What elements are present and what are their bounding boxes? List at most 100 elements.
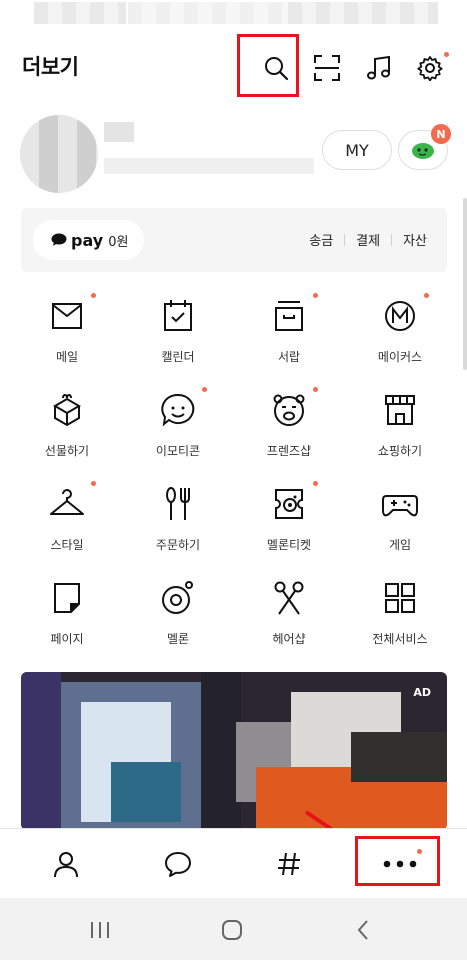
service-game[interactable]: 게임 bbox=[354, 472, 454, 564]
shopping-icon bbox=[385, 395, 415, 425]
status-bar bbox=[0, 0, 467, 34]
gear-icon bbox=[417, 56, 443, 81]
service-melon[interactable]: 멜론 bbox=[132, 566, 232, 658]
banner-block bbox=[21, 672, 61, 830]
scan-button[interactable] bbox=[307, 48, 347, 88]
page-title: 더보기 bbox=[22, 55, 79, 79]
banner-block bbox=[201, 672, 241, 830]
new-dot bbox=[313, 293, 318, 298]
new-dot bbox=[313, 387, 318, 392]
fork-knife-icon bbox=[166, 487, 190, 520]
service-all[interactable]: 전체서비스 bbox=[354, 566, 454, 658]
service-label: 게임 bbox=[388, 538, 412, 552]
service-drawer[interactable]: 서랍 bbox=[243, 284, 343, 376]
service-melon-ticket[interactable]: 멜론티켓 bbox=[243, 472, 343, 564]
melon-icon bbox=[162, 581, 193, 614]
recent-apps-icon bbox=[91, 922, 109, 938]
pay-amount: 0원 bbox=[108, 234, 129, 250]
friends-shop-icon bbox=[273, 394, 305, 426]
recent-apps-button[interactable] bbox=[80, 910, 120, 950]
green-emoticon-icon bbox=[412, 143, 434, 159]
new-dot bbox=[91, 481, 96, 486]
pay-link-assets[interactable]: 자산 bbox=[403, 230, 427, 249]
hanger-icon bbox=[50, 489, 84, 515]
music-button[interactable] bbox=[359, 48, 399, 88]
chat-bubble-icon bbox=[165, 852, 191, 877]
gift-icon bbox=[53, 394, 81, 427]
header: 더보기 bbox=[0, 34, 467, 100]
status-left-blur bbox=[34, 2, 126, 24]
new-dot bbox=[424, 293, 429, 298]
banner-block bbox=[351, 732, 447, 782]
status-right-blur bbox=[288, 2, 438, 24]
service-label: 이모티콘 bbox=[155, 444, 201, 458]
profile-status bbox=[104, 158, 314, 174]
tab-friends[interactable] bbox=[36, 835, 96, 893]
service-gift[interactable]: 선물하기 bbox=[21, 378, 121, 470]
new-dot bbox=[313, 481, 318, 486]
tab-more[interactable] bbox=[370, 835, 430, 893]
back-chevron-icon bbox=[357, 920, 368, 940]
melon-ticket-icon bbox=[275, 489, 303, 519]
more-new-dot bbox=[417, 849, 422, 854]
android-nav-bar bbox=[0, 898, 467, 960]
scissors-icon bbox=[274, 581, 304, 615]
gamepad-icon bbox=[382, 495, 418, 517]
service-label: 페이지 bbox=[50, 632, 84, 646]
music-note-icon bbox=[367, 55, 390, 80]
service-friends-shop[interactable]: 프렌즈샵 bbox=[243, 378, 343, 470]
new-dot bbox=[91, 293, 96, 298]
search-button[interactable] bbox=[256, 48, 296, 88]
hashtag-icon bbox=[278, 852, 300, 876]
service-label: 서랍 bbox=[277, 350, 301, 364]
service-label: 프렌즈샵 bbox=[266, 444, 312, 458]
new-badge: N bbox=[431, 124, 451, 144]
pay-link-send[interactable]: 송금 bbox=[309, 230, 333, 249]
service-mail[interactable]: 메일 bbox=[21, 284, 121, 376]
avatar[interactable] bbox=[20, 115, 98, 193]
banner-block bbox=[111, 762, 181, 822]
scan-icon bbox=[314, 55, 340, 81]
service-label: 멜론티켓 bbox=[266, 538, 312, 552]
my-button[interactable]: MY bbox=[322, 130, 392, 170]
service-order[interactable]: 주문하기 bbox=[132, 472, 232, 564]
search-icon bbox=[265, 57, 289, 81]
makers-icon bbox=[385, 301, 415, 331]
service-style[interactable]: 스타일 bbox=[21, 472, 121, 564]
person-icon bbox=[54, 852, 78, 878]
service-label: 캘린더 bbox=[161, 350, 195, 364]
calendar-icon bbox=[164, 300, 192, 331]
pay-link-payment[interactable]: 결제 bbox=[356, 230, 380, 249]
divider bbox=[344, 233, 346, 246]
pay-logo: pay bbox=[71, 230, 104, 250]
pay-bar: pay 0원 송금 결제 자산 bbox=[21, 208, 447, 272]
service-label: 쇼핑하기 bbox=[377, 444, 423, 458]
pay-balance-button[interactable]: pay 0원 bbox=[33, 220, 144, 260]
service-shopping[interactable]: 쇼핑하기 bbox=[354, 378, 454, 470]
home-icon bbox=[222, 920, 242, 940]
scroll-indicator[interactable] bbox=[463, 198, 467, 370]
service-calendar[interactable]: 캘린더 bbox=[132, 284, 232, 376]
service-hairshop[interactable]: 헤어샵 bbox=[243, 566, 343, 658]
service-label: 메이커스 bbox=[377, 350, 423, 364]
tab-view[interactable] bbox=[259, 835, 319, 893]
service-label: 주문하기 bbox=[155, 538, 201, 552]
page-icon bbox=[54, 583, 80, 613]
service-label: 헤어샵 bbox=[272, 632, 306, 646]
back-button[interactable] bbox=[343, 910, 383, 950]
service-label: 전체서비스 bbox=[372, 632, 428, 646]
profile-section[interactable]: MY bbox=[0, 112, 467, 198]
pay-links: 송금 결제 자산 bbox=[309, 230, 427, 249]
tab-chats[interactable] bbox=[148, 835, 208, 893]
service-label: 멜론 bbox=[166, 632, 190, 646]
ad-banner[interactable]: AD bbox=[21, 672, 447, 830]
more-dots-icon bbox=[383, 860, 417, 868]
status-mid-blur bbox=[128, 2, 298, 24]
service-makers[interactable]: 메이커스 bbox=[354, 284, 454, 376]
service-emoticon[interactable]: 이모티콘 bbox=[132, 378, 232, 470]
home-button[interactable] bbox=[212, 910, 252, 950]
pay-bubble-icon bbox=[51, 233, 67, 246]
service-page[interactable]: 페이지 bbox=[21, 566, 121, 658]
profile-name bbox=[104, 122, 134, 142]
mail-icon bbox=[52, 303, 82, 329]
